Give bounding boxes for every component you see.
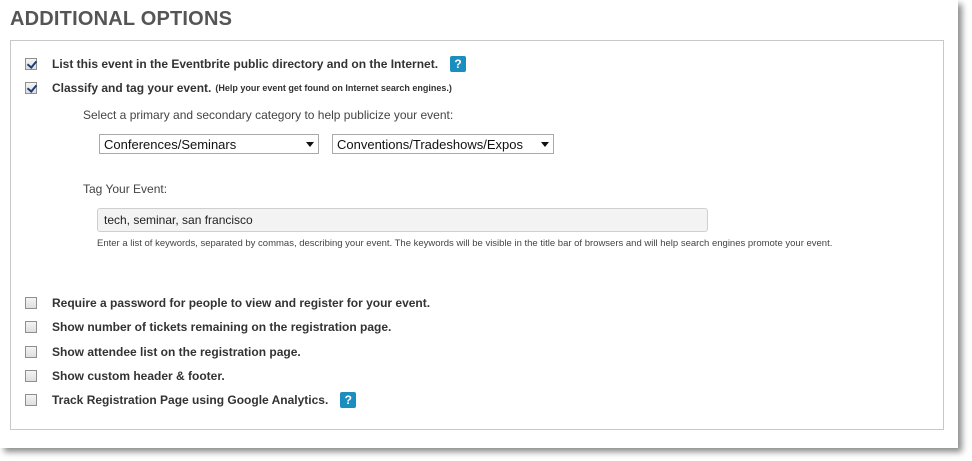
password-checkbox[interactable] — [25, 297, 37, 309]
analytics-label: Track Registration Page using Google Ana… — [52, 393, 329, 407]
tickets-remaining-checkbox[interactable] — [25, 321, 37, 333]
attendee-list-checkbox[interactable] — [25, 346, 37, 358]
additional-options-panel: List this event in the Eventbrite public… — [10, 40, 944, 430]
section-title: ADDITIONAL OPTIONS — [10, 8, 233, 30]
analytics-checkbox[interactable] — [25, 394, 37, 406]
attendee-list-label: Show attendee list on the registration p… — [52, 345, 301, 359]
tag-help-text: Enter a list of keywords, separated by c… — [97, 238, 833, 249]
chevron-down-icon — [306, 142, 314, 147]
help-icon[interactable]: ? — [340, 392, 357, 408]
list-public-label: List this event in the Eventbrite public… — [52, 57, 439, 71]
tickets-remaining-label: Show number of tickets remaining on the … — [52, 320, 392, 334]
secondary-category-select[interactable]: Conventions/Tradeshows/Expos — [332, 134, 554, 154]
list-public-checkbox[interactable] — [25, 58, 37, 70]
tag-label: Tag Your Event: — [83, 182, 168, 196]
password-label: Require a password for people to view an… — [52, 296, 431, 310]
option-password: Require a password for people to view an… — [25, 293, 430, 313]
primary-category-value: Conferences/Seminars — [104, 136, 237, 152]
screenshot-canvas: ADDITIONAL OPTIONS List this event in th… — [0, 0, 972, 461]
classify-checkbox[interactable] — [25, 82, 37, 94]
header-footer-checkbox[interactable] — [25, 370, 37, 382]
classify-label: Classify and tag your event. — [52, 81, 212, 95]
tag-input[interactable]: tech, seminar, san francisco — [97, 208, 708, 232]
option-tickets-remaining: Show number of tickets remaining on the … — [25, 317, 391, 337]
category-prompt: Select a primary and secondary category … — [83, 108, 454, 122]
classify-hint: (Help your event get found on Internet s… — [215, 83, 452, 93]
tag-input-value: tech, seminar, san francisco — [104, 213, 253, 227]
secondary-category-value: Conventions/Tradeshows/Expos — [337, 136, 523, 152]
primary-category-select[interactable]: Conferences/Seminars — [99, 134, 319, 154]
chevron-down-icon — [541, 142, 549, 147]
option-list-public: List this event in the Eventbrite public… — [25, 54, 467, 74]
option-attendee-list: Show attendee list on the registration p… — [25, 342, 301, 362]
header-footer-label: Show custom header & footer. — [52, 369, 225, 383]
help-icon[interactable]: ? — [450, 56, 467, 72]
option-classify: Classify and tag your event. (Help your … — [25, 78, 452, 98]
option-analytics: Track Registration Page using Google Ana… — [25, 390, 357, 410]
option-header-footer: Show custom header & footer. — [25, 366, 225, 386]
